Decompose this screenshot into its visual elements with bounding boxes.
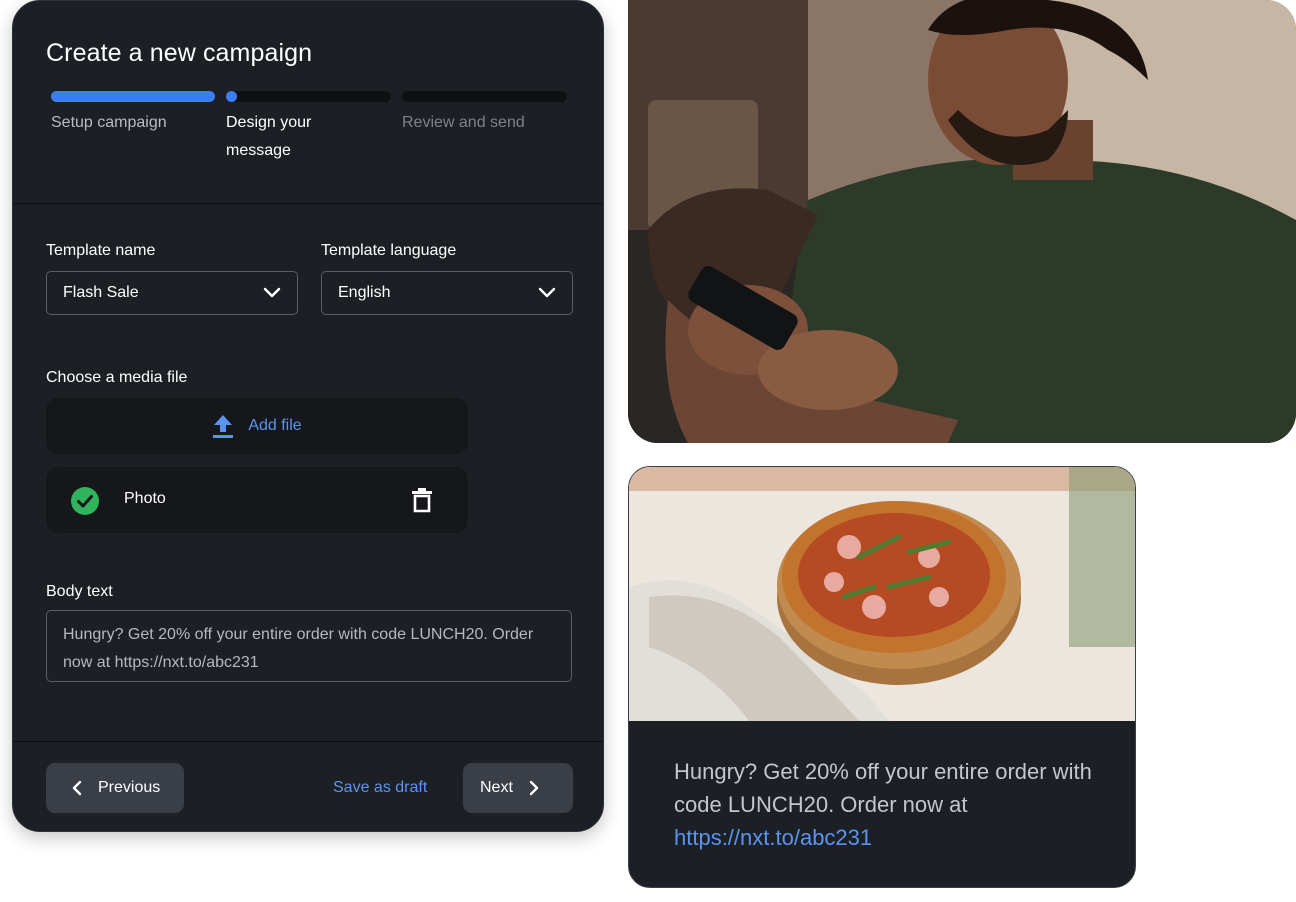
previous-label: Previous (98, 779, 161, 796)
step-label-review: Review and send (402, 114, 525, 131)
footer-divider (13, 741, 603, 742)
chevron-down-icon (263, 287, 281, 298)
step-label-design[interactable]: Design your message (226, 109, 346, 165)
template-name-label: Template name (46, 242, 156, 259)
previous-button[interactable]: Previous (46, 763, 184, 813)
step-current-indicator (226, 91, 237, 102)
step-progress-setup (51, 91, 215, 102)
upload-icon (213, 415, 234, 438)
trash-icon[interactable] (412, 487, 432, 513)
next-label: Next (480, 779, 513, 796)
preview-message-link[interactable]: https://nxt.to/abc231 (674, 821, 1094, 854)
check-circle-icon (71, 487, 99, 515)
preview-message: Hungry? Get 20% off your entire order wi… (674, 755, 1094, 854)
chevron-down-icon (538, 287, 556, 298)
step-label-setup[interactable]: Setup campaign (51, 109, 167, 137)
header-divider (13, 203, 603, 204)
media-file-item: Photo (46, 467, 468, 533)
message-preview-card: Hungry? Get 20% off your entire order wi… (628, 466, 1136, 888)
pizza-illustration (629, 467, 1135, 721)
chevron-right-icon (529, 780, 539, 796)
step-progress-review (402, 91, 567, 102)
template-language-value: English (338, 284, 391, 301)
page-title: Create a new campaign (46, 39, 313, 67)
pizza-photo (629, 467, 1135, 721)
man-with-phone-illustration (628, 0, 1296, 443)
add-file-label: Add file (248, 417, 302, 434)
template-name-select[interactable]: Flash Sale (46, 271, 298, 315)
body-text-label: Body text (46, 583, 113, 600)
template-language-label: Template language (321, 242, 457, 259)
media-file-name: Photo (124, 490, 166, 507)
body-text-input[interactable]: Hungry? Get 20% off your entire order wi… (46, 610, 572, 682)
chevron-left-icon (72, 780, 82, 796)
step-progress-design (226, 91, 391, 102)
media-file-label: Choose a media file (46, 369, 188, 386)
template-name-value: Flash Sale (63, 284, 139, 301)
save-draft-button[interactable]: Save as draft (333, 779, 427, 797)
man-with-phone-photo (628, 0, 1296, 443)
next-button[interactable]: Next (463, 763, 573, 813)
template-language-select[interactable]: English (321, 271, 573, 315)
campaign-card: Create a new campaign Setup campaign Des… (12, 0, 604, 832)
add-file-button[interactable]: Add file (46, 398, 468, 454)
preview-message-text: Hungry? Get 20% off your entire order wi… (674, 759, 1092, 817)
